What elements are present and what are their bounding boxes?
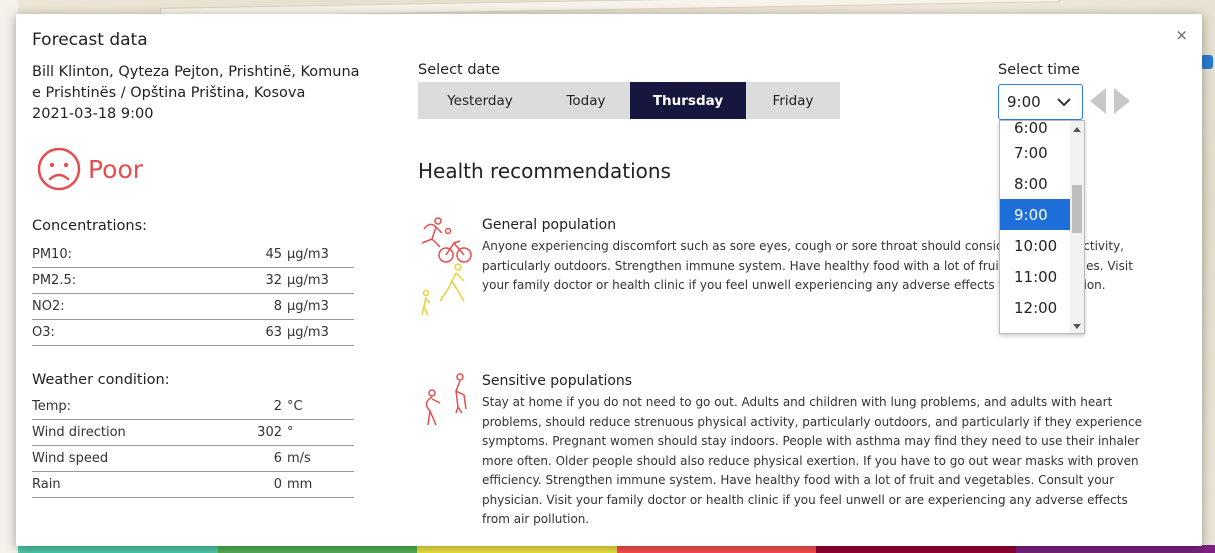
row-name: PM10: (32, 247, 72, 262)
time-option[interactable]: 7:00 (1000, 137, 1072, 168)
date-tabs: Yesterday Today Thursday Friday (418, 82, 840, 119)
sensitive-populations-icon (425, 373, 467, 426)
location-info: Bill Klinton, Qyteza Pejton, Prishtinë, … (32, 62, 362, 125)
row-unit: μg/m3 (287, 273, 329, 288)
row-name: Rain (32, 477, 61, 492)
row-value: 6 (273, 451, 282, 466)
health-recommendations-title: Health recommendations (418, 159, 671, 183)
time-option[interactable]: 6:00 (1000, 121, 1072, 137)
table-row: PM10: 45 μg/m3 (32, 242, 354, 268)
scroll-down-icon[interactable] (1073, 324, 1081, 329)
tab-friday[interactable]: Friday (746, 82, 840, 119)
row-name: Temp: (32, 399, 72, 414)
time-select[interactable]: 9:00 (998, 84, 1083, 120)
legend-extremely-poor (1015, 545, 1215, 553)
row-value: 63 (265, 325, 282, 340)
row-value: 8 (273, 299, 282, 314)
row-unit: μg/m3 (287, 299, 329, 314)
legend-very-poor (816, 545, 1016, 553)
time-option[interactable]: 10:00 (1000, 230, 1072, 261)
scrollbar-thumb[interactable] (1072, 185, 1082, 233)
concentrations-title: Concentrations: (32, 218, 148, 234)
table-row: Wind direction 302 ° (32, 420, 354, 446)
forecast-modal: × Forecast data Bill Klinton, Qyteza Pej… (16, 14, 1202, 546)
general-population-icon (421, 217, 472, 316)
tab-today[interactable]: Today (542, 82, 630, 119)
weather-title: Weather condition: (32, 372, 170, 388)
recommendation-text: Stay at home if you do not need to go ou… (482, 395, 1142, 526)
row-value: 32 (265, 273, 282, 288)
time-option[interactable]: 8:00 (1000, 168, 1072, 199)
select-time-label: Select time (998, 62, 1081, 78)
time-dropdown-list: 6:00 7:00 8:00 9:00 10:00 11:00 12:00 (999, 120, 1085, 334)
air-quality-status: Poor (36, 146, 143, 192)
aqi-legend-bar (18, 545, 1215, 553)
legend-fair (217, 545, 417, 553)
scroll-up-icon[interactable] (1073, 127, 1081, 132)
next-time-arrow-icon[interactable] (1112, 86, 1132, 116)
chevron-down-icon (1057, 98, 1071, 107)
tab-yesterday[interactable]: Yesterday (418, 82, 542, 119)
time-option-selected[interactable]: 9:00 (1000, 199, 1072, 230)
sad-face-icon (37, 147, 81, 191)
tab-thursday[interactable]: Thursday (630, 82, 746, 119)
table-row: PM2.5: 32 μg/m3 (32, 268, 354, 294)
legend-moderate (417, 545, 617, 553)
select-date-label: Select date (418, 62, 501, 78)
table-row: NO2: 8 μg/m3 (32, 294, 354, 320)
row-name: O3: (32, 325, 55, 340)
row-unit: m/s (287, 451, 311, 466)
row-value: 2 (273, 399, 282, 414)
previous-time-arrow-icon[interactable] (1088, 86, 1108, 116)
time-select-value: 9:00 (1007, 93, 1041, 111)
row-unit: °C (287, 399, 303, 414)
recommendation-title: General population (482, 217, 617, 233)
address-text: Bill Klinton, Qyteza Pejton, Prishtinë, … (32, 64, 360, 101)
legend-good (18, 545, 218, 553)
legend-poor (616, 545, 816, 553)
table-row: Rain 0 mm (32, 472, 354, 498)
recommendation-sensitive: Sensitive populations Stay at home if yo… (418, 373, 1142, 533)
table-row: Wind speed 6 m/s (32, 446, 354, 472)
time-option[interactable]: 12:00 (1000, 292, 1072, 323)
row-name: Wind speed (32, 451, 109, 466)
row-value: 302 (257, 425, 282, 440)
row-name: Wind direction (32, 425, 126, 440)
recommendation-title: Sensitive populations (482, 373, 633, 389)
row-unit: mm (287, 477, 313, 492)
weather-table: Temp: 2 °C Wind direction 302 ° Wind speed 6 m… (32, 394, 354, 498)
close-icon[interactable]: × (1175, 26, 1188, 44)
dropdown-scrollbar[interactable] (1070, 121, 1084, 333)
row-unit: ° (287, 425, 294, 440)
row-unit: μg/m3 (287, 247, 329, 262)
row-name: PM2.5: (32, 273, 77, 288)
modal-title: Forecast data (32, 30, 148, 50)
air-quality-label: Poor (88, 154, 144, 184)
forecast-datetime: 2021-03-18 9:00 (32, 106, 154, 122)
time-option[interactable]: 11:00 (1000, 261, 1072, 292)
row-value: 0 (273, 477, 282, 492)
concentrations-table: PM10: 45 μg/m3 PM2.5: 32 μg/m3 NO2: 8 μg/m3 O3… (32, 242, 354, 346)
row-value: 45 (265, 247, 282, 262)
table-row: Temp: 2 °C (32, 394, 354, 420)
map-marker-icon (1201, 55, 1213, 69)
row-unit: μg/m3 (287, 325, 329, 340)
table-row: O3: 63 μg/m3 (32, 320, 354, 346)
row-name: NO2: (32, 299, 65, 314)
